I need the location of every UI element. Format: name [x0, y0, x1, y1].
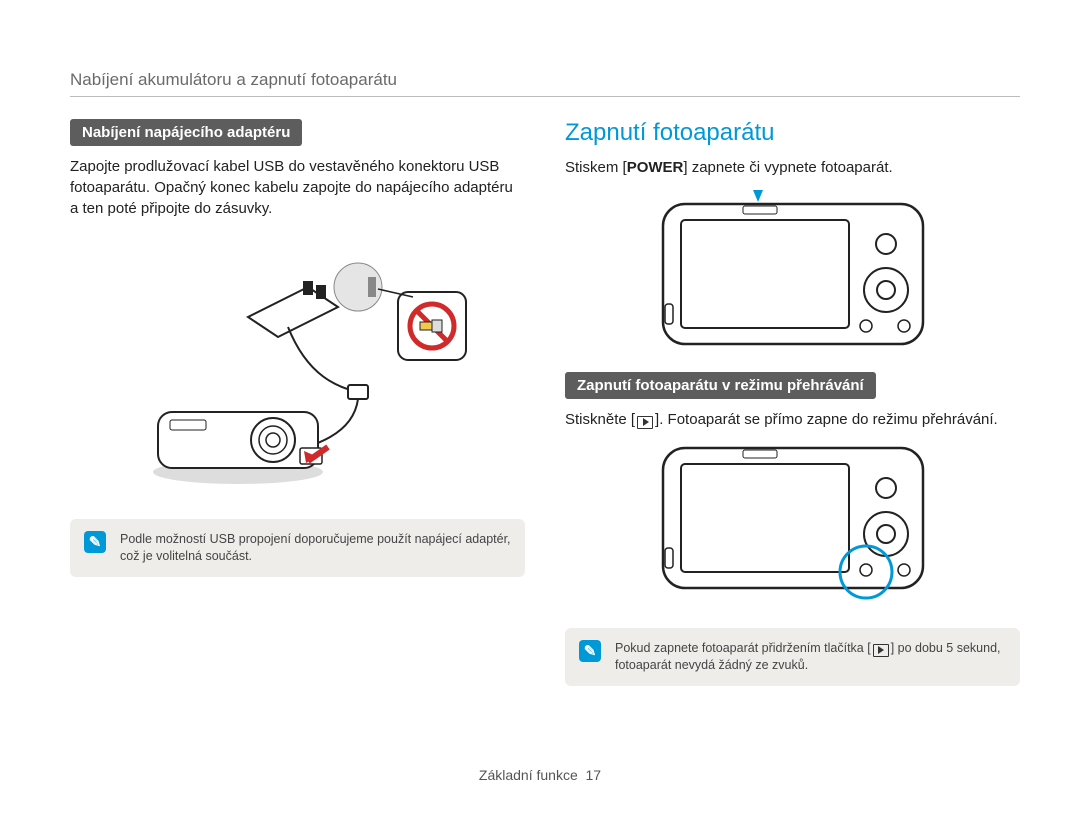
note-sound-pre: Pokud zapnete fotoaparát přidržením tlač…	[615, 641, 871, 655]
manual-page: Nabíjení akumulátoru a zapnutí fotoapará…	[0, 0, 1080, 815]
adapter-diagram-svg	[108, 237, 488, 497]
page-header: Nabíjení akumulátoru a zapnutí fotoapará…	[70, 70, 1020, 97]
note-box-sound: ✎ Pokud zapnete fotoaparát přidržením tl…	[565, 628, 1020, 686]
note-box-usb: ✎ Podle možností USB propojení doporučuj…	[70, 519, 525, 577]
power-text-post: ] zapnete či vypnete fotoaparát.	[683, 159, 892, 176]
play-icon	[873, 644, 889, 657]
footer-page-number: 17	[586, 767, 602, 783]
note-icon: ✎	[579, 640, 601, 662]
heading-power-on: Zapnutí fotoaparátu	[565, 119, 1020, 147]
camera-back-svg-1	[643, 184, 943, 354]
camera-back-svg-2	[643, 436, 943, 616]
power-label: POWER	[627, 159, 684, 176]
page-footer: Základní funkce 17	[0, 767, 1080, 783]
playback-text-post: ]. Fotoaparát se přímo zapne do režimu p…	[655, 411, 998, 428]
playback-text-pre: Stiskněte [	[565, 411, 635, 428]
charging-illustration	[70, 237, 525, 497]
charging-paragraph: Zapojte prodlužovací kabel USB do vestav…	[70, 156, 525, 219]
power-on-illustration	[565, 184, 1020, 354]
footer-section: Základní funkce	[479, 767, 578, 783]
right-column: Zapnutí fotoaparátu Stiskem [POWER] zapn…	[565, 119, 1020, 686]
note-text-sound: Pokud zapnete fotoaparát přidržením tlač…	[615, 640, 1006, 674]
two-column-layout: Nabíjení napájecího adaptéru Zapojte pro…	[70, 119, 1020, 686]
power-on-paragraph: Stiskem [POWER] zapnete či vypnete fotoa…	[565, 157, 1020, 178]
power-text-pre: Stiskem [	[565, 159, 627, 176]
note-text-usb: Podle možností USB propojení doporučujem…	[120, 531, 511, 565]
section-title-playback: Zapnutí fotoaparátu v režimu přehrávání	[565, 372, 876, 399]
section-title-charging: Nabíjení napájecího adaptéru	[70, 119, 302, 146]
playback-illustration	[565, 436, 1020, 616]
playback-paragraph: Stiskněte [ ]. Fotoaparát se přímo zapne …	[565, 409, 1020, 430]
play-icon	[637, 416, 653, 429]
left-column: Nabíjení napájecího adaptéru Zapojte pro…	[70, 119, 525, 686]
note-icon: ✎	[84, 531, 106, 553]
